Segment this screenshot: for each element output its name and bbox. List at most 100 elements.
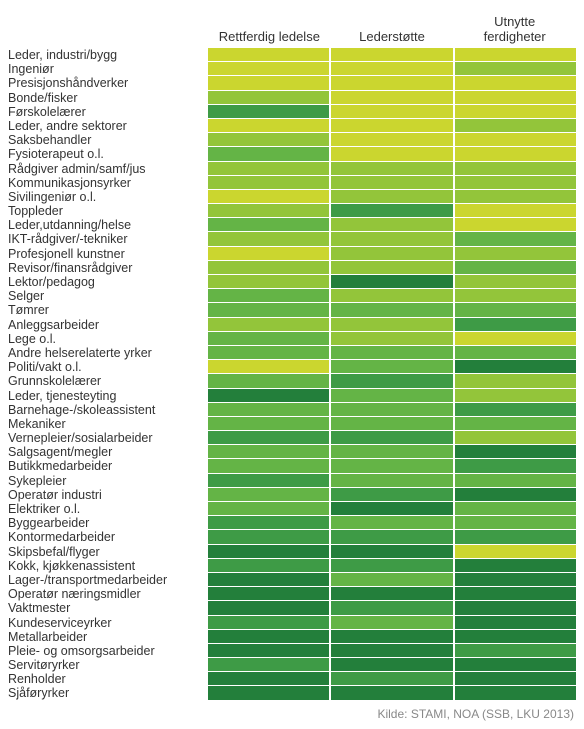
col-header-0: Rettferdig ledelse [208,29,331,48]
heatmap-cell [208,48,331,62]
heatmap-cell [208,403,331,417]
heatmap-cell [208,658,331,672]
heatmap-cell [208,91,331,105]
table-row: Andre helserelaterte yrker [8,346,576,360]
heatmap-cell [455,530,576,544]
heatmap-cell [455,232,576,246]
heatmap-cell [208,232,331,246]
heatmap-cell [331,445,454,459]
heatmap-cell [455,573,576,587]
heatmap-cell [455,403,576,417]
row-label: Grunnskolelærer [8,374,208,388]
row-label: Saksbehandler [8,133,208,147]
heatmap-cell [455,431,576,445]
heatmap-cell [208,147,331,161]
table-row: Skipsbefal/flyger [8,545,576,559]
row-label: IKT-rådgiver/-tekniker [8,232,208,246]
heatmap-cell [455,247,576,261]
heatmap-cell [331,346,454,360]
heatmap-cell [208,119,331,133]
heatmap-cell [208,502,331,516]
heatmap-cell [208,389,331,403]
heatmap-cell [208,559,331,573]
table-row: Anleggsarbeider [8,318,576,332]
heatmap-cell [455,133,576,147]
table-row: Politi/vakt o.l. [8,360,576,374]
table-row: Butikkmedarbeider [8,459,576,473]
heatmap-cell [331,573,454,587]
heatmap-cell [331,303,454,317]
table-row: Presisjonshåndverker [8,76,576,90]
heatmap-cell [455,459,576,473]
heatmap-rows: Leder, industri/byggIngeniørPresisjonshå… [8,48,576,701]
heatmap-cell [331,545,454,559]
heatmap-cell [455,545,576,559]
row-label: Andre helserelaterte yrker [8,346,208,360]
heatmap-cell [455,672,576,686]
table-row: Lager-/transportmedarbeider [8,573,576,587]
table-row: Kokk, kjøkkenassistent [8,559,576,573]
heatmap-cell [208,445,331,459]
row-label: Leder, andre sektorer [8,119,208,133]
heatmap-cell [208,644,331,658]
heatmap-cell [455,204,576,218]
table-row: Fysioterapeut o.l. [8,147,576,161]
heatmap-cell [208,374,331,388]
heatmap-cell [208,616,331,630]
table-row: Byggearbeider [8,516,576,530]
table-row: Vaktmester [8,601,576,615]
table-row: Lektor/pedagog [8,275,576,289]
heatmap-cell [455,119,576,133]
heatmap-cell [455,502,576,516]
table-row: Leder, tjenesteyting [8,389,576,403]
heatmap-cell [455,162,576,176]
row-label: Rådgiver admin/samf/jus [8,162,208,176]
row-label: Selger [8,289,208,303]
heatmap-cell [331,318,454,332]
heatmap-cell [208,105,331,119]
heatmap-cell [455,91,576,105]
table-row: Leder, andre sektorer [8,119,576,133]
heatmap-cell [331,91,454,105]
heatmap-cell [331,431,454,445]
row-label: Anleggsarbeider [8,318,208,332]
heatmap-cell [455,303,576,317]
heatmap-cell [331,62,454,76]
heatmap-cell [208,289,331,303]
heatmap-cell [208,545,331,559]
heatmap-cell [331,76,454,90]
heatmap-cell [331,176,454,190]
table-row: Kundeserviceyrker [8,616,576,630]
heatmap-cell [455,318,576,332]
heatmap-cell [331,502,454,516]
heatmap-cell [331,686,454,700]
row-label: Leder, tjenesteyting [8,389,208,403]
heatmap-cell [331,672,454,686]
heatmap-cell [331,147,454,161]
row-label: Lege o.l. [8,332,208,346]
heatmap-cell [331,389,454,403]
row-label: Servitøryrker [8,658,208,672]
row-label: Vaktmester [8,601,208,615]
row-label: Kokk, kjøkkenassistent [8,559,208,573]
heatmap-cell [331,644,454,658]
heatmap-cell [208,530,331,544]
col-header-1: Lederstøtte [331,29,454,48]
row-label: Sjåføryrker [8,686,208,700]
row-label: Pleie- og omsorgsarbeider [8,644,208,658]
heatmap-cell [331,658,454,672]
table-row: Toppleder [8,204,576,218]
heatmap-cell [331,261,454,275]
heatmap-cell [455,190,576,204]
row-label: Operatør industri [8,488,208,502]
heatmap-cell [331,530,454,544]
table-row: Ingeniør [8,62,576,76]
heatmap-cell [331,275,454,289]
table-row: Lege o.l. [8,332,576,346]
heatmap-cell [455,417,576,431]
heatmap-cell [455,62,576,76]
heatmap-cell [208,488,331,502]
heatmap-cell [455,261,576,275]
heatmap-cell [208,162,331,176]
heatmap-cell [331,403,454,417]
